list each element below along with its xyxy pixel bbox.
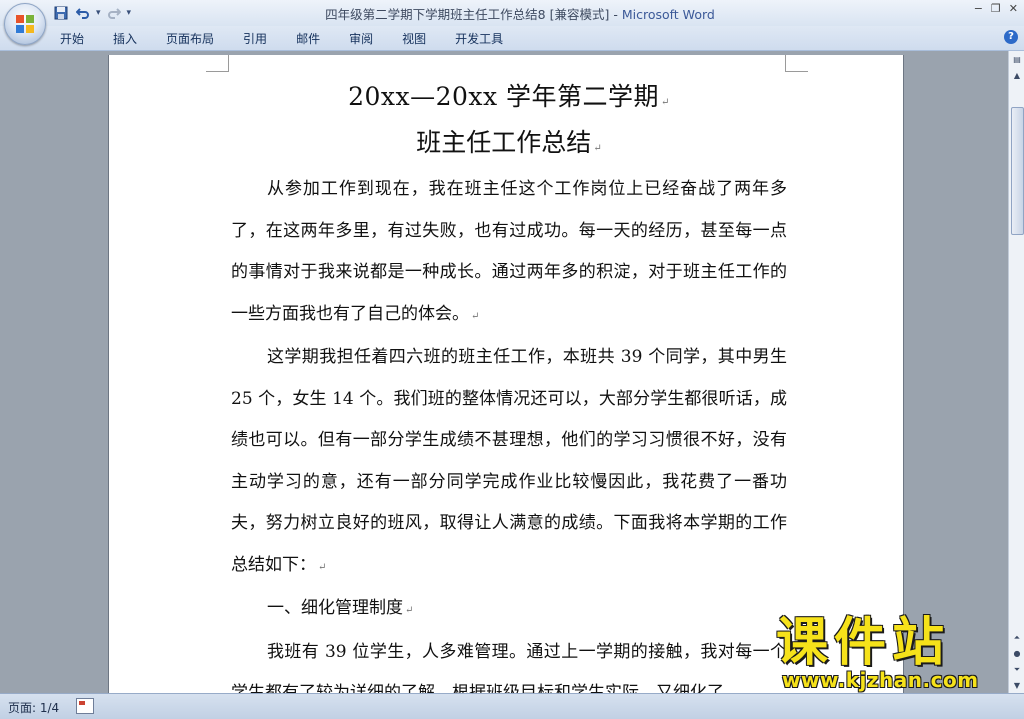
tab-developer[interactable]: 开发工具 (455, 30, 503, 47)
tab-review[interactable]: 审阅 (349, 30, 373, 47)
paragraph-mark: ↵ (405, 605, 414, 616)
close-button[interactable]: ✕ (1009, 2, 1018, 15)
ruler-toggle-icon[interactable]: ▤ (1010, 53, 1024, 67)
ribbon-tab-bar: 开始 插入 页面布局 引用 邮件 审阅 视图 开发工具 ? (0, 26, 1024, 51)
restore-button[interactable]: ❐ (991, 2, 1001, 15)
document-paragraph: 这学期我担任着四六班的班主任工作，本班共 39 个同学，其中男生 25 个，女生… (231, 347, 787, 575)
app-name: Microsoft Word (621, 7, 715, 22)
page-count-status[interactable]: 页面: 1/4 (8, 699, 59, 716)
window-controls: − ❐ ✕ (974, 2, 1018, 15)
tab-insert[interactable]: 插入 (113, 30, 137, 47)
customize-qat-icon[interactable]: ▾ (127, 8, 132, 18)
tab-home[interactable]: 开始 (60, 30, 84, 47)
tab-view[interactable]: 视图 (402, 30, 426, 47)
document-body[interactable]: 20xx—20xx 学年第二学期 ↵ 班主任工作总结 ↵ 从参加工作到现在，我在班主… (231, 77, 787, 693)
section-heading: 一、细化管理制度 ↵ (267, 598, 414, 618)
paragraph-mark: ↵ (661, 97, 670, 108)
undo-icon[interactable] (74, 4, 92, 22)
next-page-icon[interactable]: ⏷ (1010, 663, 1024, 677)
margin-corner-top-right (785, 55, 808, 72)
redo-icon[interactable] (105, 4, 123, 22)
minimize-button[interactable]: − (974, 2, 983, 15)
status-bar: 页面: 1/4 (0, 693, 1024, 719)
paragraph-mark: ↵ (318, 561, 327, 573)
tab-mailings[interactable]: 邮件 (296, 30, 320, 47)
vertical-scrollbar[interactable]: ▤ ▲ ⏶ ● ⏷ ▼ (1008, 51, 1024, 693)
save-icon[interactable] (52, 4, 70, 22)
paragraph-mark: ↵ (593, 143, 602, 154)
watermark: 课件站 www.kjzhan.com (772, 614, 1008, 694)
select-browse-object-icon[interactable]: ● (1010, 647, 1024, 661)
scroll-thumb[interactable] (1011, 107, 1024, 235)
proofing-icon[interactable] (76, 698, 94, 714)
office-logo-icon (16, 15, 34, 33)
previous-page-icon[interactable]: ⏶ (1010, 631, 1024, 645)
document-heading-line2: 班主任工作总结 ↵ (416, 128, 602, 157)
watermark-text: 课件站 (776, 613, 951, 673)
help-icon[interactable]: ? (1004, 30, 1018, 44)
office-button[interactable] (4, 3, 46, 45)
document-area: 20xx—20xx 学年第二学期 ↵ 班主任工作总结 ↵ 从参加工作到现在，我在班主… (0, 51, 1008, 693)
watermark-url: www.kjzhan.com (782, 668, 979, 692)
paragraph-mark: ↵ (471, 310, 480, 322)
scroll-up-icon[interactable]: ▲ (1010, 69, 1024, 83)
document-paragraph: 从参加工作到现在，我在班主任这个工作岗位上已经奋战了两年多了，在这两年多里，有过… (231, 179, 787, 324)
margin-corner-top-left (206, 55, 229, 72)
document-page[interactable]: 20xx—20xx 学年第二学期 ↵ 班主任工作总结 ↵ 从参加工作到现在，我在班主… (109, 55, 903, 693)
window-title: 四年级第二学期下学期班主任工作总结8 [兼容模式] - Microsoft Wo… (260, 4, 780, 23)
scroll-down-icon[interactable]: ▼ (1010, 679, 1024, 693)
document-paragraph: 我班有 39 位学生，人多难管理。通过上一学期的接触，我对每一个学生都有了较为详… (231, 641, 787, 694)
quick-access-toolbar: ▾ ▾ (52, 3, 131, 23)
tab-references[interactable]: 引用 (243, 30, 267, 47)
undo-dropdown-icon[interactable]: ▾ (96, 8, 101, 18)
title-separator: - (609, 7, 622, 22)
document-heading-line1: 20xx—20xx 学年第二学期 ↵ (348, 82, 670, 111)
title-bar: ▾ ▾ 四年级第二学期下学期班主任工作总结8 [兼容模式] - Microsof… (0, 0, 1024, 26)
tab-page-layout[interactable]: 页面布局 (166, 30, 214, 47)
document-title: 四年级第二学期下学期班主任工作总结8 [兼容模式] (325, 7, 610, 22)
ribbon-tabs: 开始 插入 页面布局 引用 邮件 审阅 视图 开发工具 (60, 30, 532, 47)
